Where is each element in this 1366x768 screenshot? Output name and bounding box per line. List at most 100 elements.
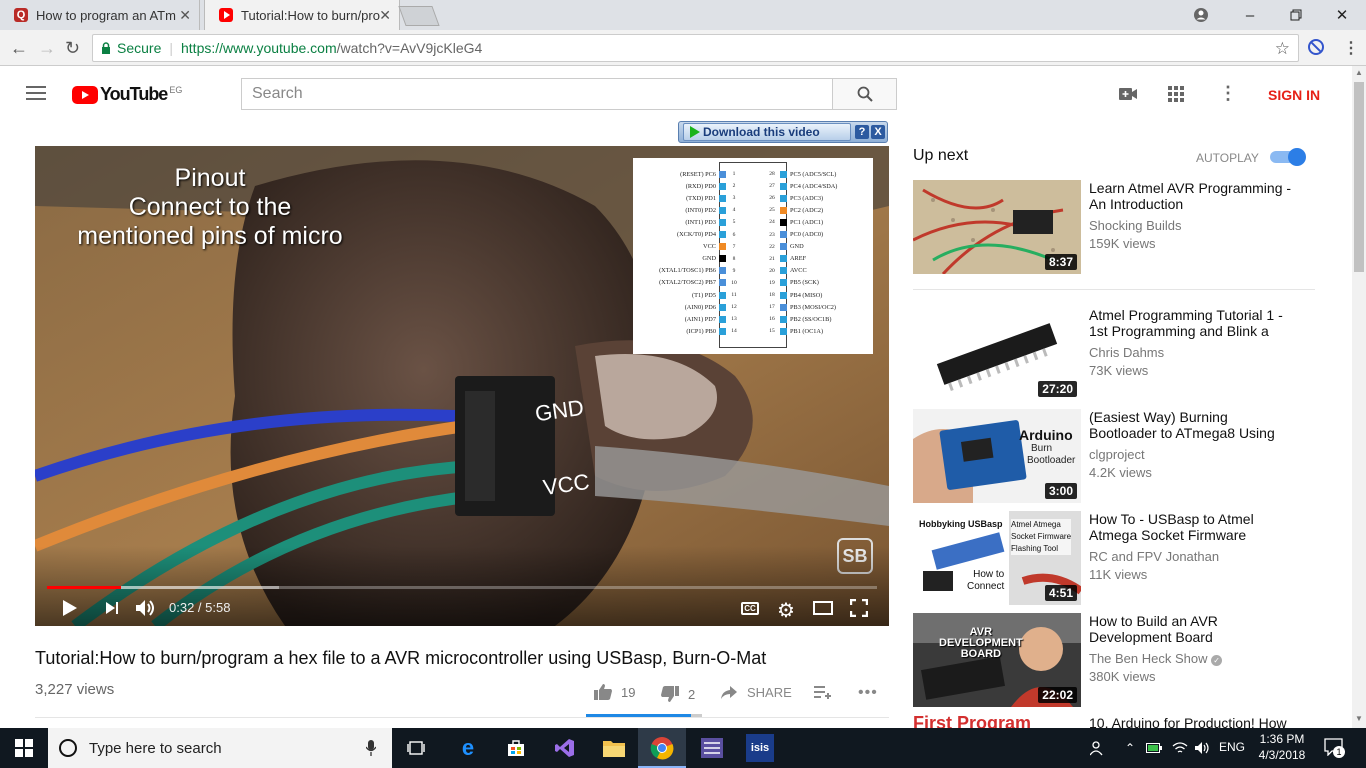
taskbar-chrome-active[interactable]	[638, 728, 686, 768]
recommended-title[interactable]: 10. Arduino for Production! How	[1089, 715, 1299, 728]
pin-color-square	[719, 194, 726, 202]
apps-grid-icon[interactable]	[1168, 86, 1184, 102]
channel-name[interactable]: RC and FPV Jonathan	[1089, 549, 1219, 564]
pin-number: 28	[769, 171, 775, 177]
pin-color-square	[719, 303, 726, 311]
menu-icon[interactable]: ⋮	[1343, 38, 1359, 58]
new-tab-button[interactable]	[398, 6, 440, 26]
channel-name[interactable]: The Ben Heck Show ✓	[1089, 651, 1223, 666]
language-indicator[interactable]: ENG	[1219, 740, 1245, 754]
scroll-down-icon[interactable]: ▼	[1355, 714, 1363, 723]
edge-icon[interactable]: e	[454, 734, 482, 762]
bookmark-star-icon[interactable]: ☆	[1275, 39, 1290, 59]
speaker-icon[interactable]	[1188, 734, 1216, 762]
windows-start-icon[interactable]	[10, 734, 38, 762]
play-icon[interactable]	[63, 600, 77, 616]
recommended-views: 159K views	[1089, 236, 1156, 251]
download-close-button[interactable]: X	[871, 125, 885, 139]
channel-name[interactable]: Chris Dahms	[1089, 345, 1164, 360]
pin-name: PC4 (ADC4/SDA)	[790, 182, 838, 190]
tab-close-icon[interactable]: ✕	[179, 7, 191, 24]
people-icon[interactable]	[1084, 734, 1112, 762]
video-player[interactable]: Pinout Connect to the mentioned pins of …	[35, 146, 889, 626]
recommended-title[interactable]: How to Build an AVR Development Board	[1089, 613, 1299, 645]
clock[interactable]: 1:36 PM 4/3/2018	[1254, 731, 1310, 763]
add-to-playlist-icon[interactable]	[814, 685, 832, 704]
share-button[interactable]: SHARE	[720, 685, 792, 700]
recommended-views: 73K views	[1089, 363, 1149, 378]
pin-color-square	[780, 243, 787, 251]
store-icon[interactable]	[502, 734, 530, 762]
pin-row: 22 GND	[767, 241, 873, 253]
download-help-button[interactable]: ?	[855, 125, 869, 139]
search-input[interactable]: Search	[241, 78, 833, 110]
file-explorer-icon[interactable]	[600, 734, 628, 762]
visual-studio-icon[interactable]	[551, 734, 579, 762]
pin-color-square	[780, 206, 787, 214]
pin-number: 22	[769, 243, 775, 250]
pin-color-square	[719, 255, 726, 263]
more-actions-icon[interactable]: •••	[858, 684, 878, 702]
recommended-title[interactable]: (Easiest Way) Burning Bootloader to ATme…	[1089, 409, 1299, 441]
youtube-logo[interactable]: YouTube EG	[72, 84, 182, 105]
recommended-video[interactable]: 27:20 Atmel Programming Tutorial 1 - 1st…	[913, 307, 1313, 407]
recommended-video[interactable]: AVR DEVELOPMENT BOARD 22:02 How to Build…	[913, 613, 1313, 713]
like-button[interactable]: 19	[593, 683, 635, 701]
pin-color-square	[719, 231, 726, 238]
progress-bar[interactable]	[47, 586, 877, 589]
battery-icon[interactable]	[1140, 734, 1168, 762]
recommended-video[interactable]: First Program 10. Arduino for Production…	[913, 715, 1313, 728]
thumb-text: How to	[973, 569, 1005, 580]
close-icon[interactable]: ✕	[1319, 0, 1365, 30]
search-icon	[857, 86, 873, 102]
forward-icon[interactable]: →	[38, 38, 56, 59]
captions-icon[interactable]: CC	[741, 602, 759, 615]
scroll-thumb[interactable]	[1354, 82, 1364, 272]
more-options-icon[interactable]: ⋮	[1219, 83, 1237, 104]
app-icon[interactable]	[698, 734, 726, 762]
sign-in-button[interactable]: SIGN IN	[1268, 87, 1320, 103]
recommended-title[interactable]: How To - USBasp to Atmel Atmega Socket F…	[1089, 511, 1299, 543]
volume-icon[interactable]	[135, 598, 157, 623]
microphone-icon[interactable]	[365, 740, 377, 761]
tab-inactive[interactable]: Q How to program an ATm ✕	[0, 0, 200, 30]
search-button[interactable]	[832, 78, 897, 110]
theater-mode-icon[interactable]	[813, 601, 833, 615]
next-icon[interactable]	[105, 601, 119, 620]
account-icon[interactable]	[1178, 0, 1224, 30]
address-bar[interactable]: Secure | https://www.youtube.com /watch?…	[92, 34, 1299, 62]
youtube-favicon-icon	[219, 8, 233, 22]
search-placeholder: Search	[252, 85, 303, 102]
channel-name[interactable]: clgproject	[1089, 447, 1145, 462]
restore-icon[interactable]	[1273, 0, 1319, 30]
extension-block-icon[interactable]	[1308, 39, 1324, 55]
recommended-title[interactable]: Atmel Programming Tutorial 1 - 1st Progr…	[1089, 307, 1299, 339]
dislike-button[interactable]: 2	[660, 685, 695, 703]
scroll-up-icon[interactable]: ▲	[1355, 68, 1363, 77]
reload-icon[interactable]: ↻	[65, 38, 80, 59]
hamburger-icon[interactable]	[26, 86, 46, 100]
back-icon[interactable]: ←	[10, 38, 28, 59]
fullscreen-icon[interactable]	[849, 598, 869, 622]
thumb-text: Connect	[967, 581, 1005, 592]
channel-name[interactable]: Shocking Builds	[1089, 218, 1182, 233]
youtube-header: YouTube EG Search ⋮ SIGN IN	[0, 66, 1352, 122]
recommended-video[interactable]: Hobbyking USBasp Atmel Atmega Socket Fir…	[913, 511, 1313, 611]
recommended-video[interactable]: Arduino Burn Bootloader 3:00 (Easiest Wa…	[913, 409, 1313, 509]
settings-gear-icon[interactable]: ⚙	[777, 598, 795, 623]
pin-color-square	[719, 267, 726, 275]
recommended-video[interactable]: 8:37 Learn Atmel AVR Programming - An In…	[913, 180, 1313, 280]
download-video-button[interactable]: Download this video	[683, 123, 851, 141]
autoplay-toggle[interactable]	[1270, 148, 1306, 166]
task-view-icon[interactable]	[402, 734, 430, 762]
notifications-icon[interactable]: 1	[1324, 738, 1345, 761]
minimize-icon[interactable]: –	[1227, 0, 1273, 30]
isis-proteus-icon[interactable]: isis	[746, 734, 774, 762]
recommended-title[interactable]: Learn Atmel AVR Programming - An Introdu…	[1089, 180, 1299, 212]
page-scrollbar[interactable]: ▲ ▼	[1352, 66, 1366, 728]
tab-active[interactable]: Tutorial:How to burn/pro ✕	[204, 0, 400, 30]
tab-close-icon[interactable]: ✕	[379, 7, 391, 24]
taskbar-search-box[interactable]: Type here to search	[48, 728, 392, 768]
pin-row: (TXD) PD1 3	[633, 192, 739, 204]
video-camera-icon[interactable]	[1118, 86, 1138, 107]
